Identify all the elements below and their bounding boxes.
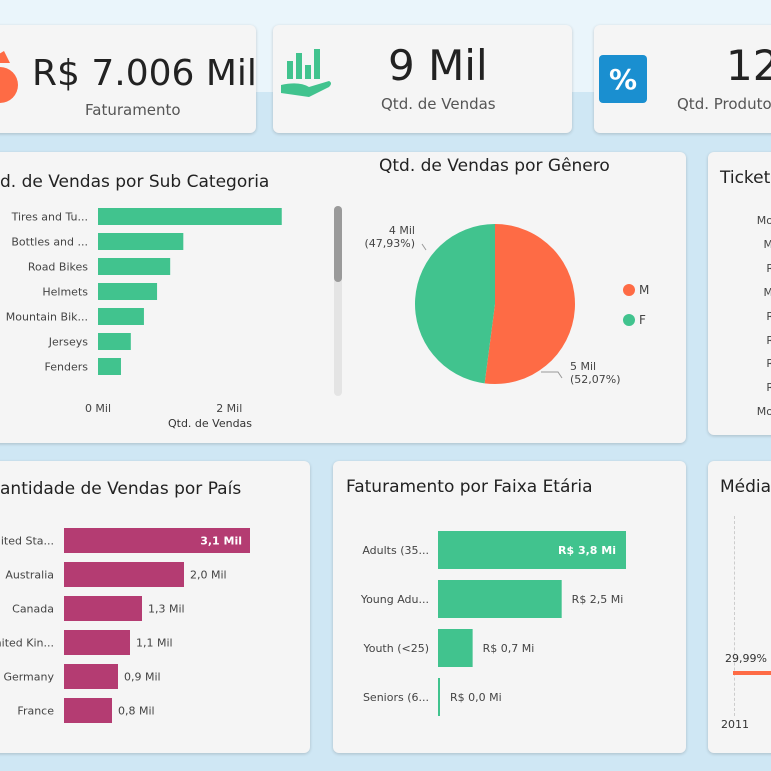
faixa-bar[interactable] (438, 629, 473, 667)
kpi-value: 9 Mil (388, 41, 488, 90)
pais-bar[interactable] (64, 664, 118, 689)
media-title: Média (720, 477, 771, 497)
gender-legend-label[interactable]: M (639, 283, 649, 297)
subcat-category-label: Tires and Tu... (11, 211, 88, 224)
ticket-category-label: Road- (766, 333, 771, 347)
gender-legend-marker[interactable] (623, 284, 635, 296)
pais-bar[interactable] (64, 630, 130, 655)
pais-data-label: 0,8 Mil (118, 705, 155, 718)
pais-data-label: 2,0 Mil (190, 569, 227, 582)
media-x-label: 2011 (721, 718, 749, 731)
faixa-data-label: R$ 3,8 Mi (558, 544, 616, 557)
pais-category-label: nited Sta... (0, 535, 54, 548)
pais-title: antidade de Vendas por País (0, 479, 242, 499)
subcat-category-label: Jerseys (48, 336, 89, 349)
panel-subcategoria-genero: d. de Vendas por Sub Categoria Qtd. de V… (0, 152, 686, 443)
gender-data-label: 5 Mil (570, 360, 596, 373)
gender-title: Qtd. de Vendas por Gênero (379, 156, 610, 176)
kpi-value: 12 (726, 41, 771, 90)
faixa-bar-chart[interactable]: Adults (35... R$ 3,8 Mi Young Adu... R$ 2,5… (333, 511, 686, 751)
subcat-bar[interactable] (98, 333, 131, 350)
subcat-bar-chart[interactable]: Tires and Tu... Bottles and ... Road Bikes… (0, 192, 350, 442)
gender-leader-line (541, 371, 563, 379)
pais-bar[interactable] (64, 562, 184, 587)
ticket-category-label: Mount (763, 285, 771, 299)
pais-category-label: nited Kin... (0, 637, 54, 650)
kpi-label: Qtd. Produtos (677, 95, 771, 113)
kpi-value: R$ 7.006 Mil (32, 53, 257, 94)
svg-text:%: % (609, 63, 637, 96)
faixa-data-label: R$ 2,5 Mi (572, 593, 624, 606)
subcat-bar[interactable] (98, 358, 121, 375)
faixa-data-label: R$ 0,7 Mi (483, 642, 535, 655)
faixa-bar[interactable] (438, 678, 440, 716)
subcat-bar[interactable] (98, 258, 171, 275)
panel-media: Média 29,99% 2011 (708, 461, 771, 753)
ticket-category-label: Mount (763, 237, 771, 251)
kpi-card-faturamento[interactable]: R$ 7.006 Mil Faturamento (0, 25, 257, 133)
kpi-card-qtd-produtos[interactable]: % 12 Qtd. Produtos (594, 25, 771, 133)
ticket-category-label: Mounta (756, 405, 771, 419)
pais-category-label: Germany (3, 671, 54, 684)
faixa-bar[interactable] (438, 580, 562, 618)
faixa-data-label: R$ 0,0 Mi (450, 691, 502, 704)
gender-pie-chart[interactable]: 5 Mil(52,07%) 4 Mil(47,93%) M F (360, 192, 680, 442)
ticket-category-label: Road- (766, 309, 771, 323)
pais-category-label: Australia (5, 569, 54, 582)
pais-bar[interactable] (64, 698, 112, 723)
gender-data-label: (47,93%) (364, 237, 415, 250)
percent-icon: % (599, 55, 647, 103)
subcat-bar[interactable] (98, 208, 282, 225)
subcat-category-label: Helmets (42, 286, 88, 299)
pais-category-label: France (17, 705, 54, 718)
ticket-category-label: Road- (766, 381, 771, 395)
faixa-title: Faturamento por Faixa Etária (346, 477, 593, 497)
faixa-category-label: Seniors (6... (363, 691, 429, 704)
ticket-title: Ticket (720, 168, 771, 188)
ticket-category-label: Road- (766, 261, 771, 275)
subcat-scroll-thumb[interactable] (334, 206, 342, 282)
pais-category-label: Canada (12, 603, 54, 616)
gender-data-label: (52,07%) (570, 373, 621, 386)
gender-pie-slice[interactable] (484, 224, 575, 384)
media-value-label: 29,99% (725, 652, 767, 665)
subcat-category-label: Mountain Bik... (6, 311, 88, 324)
ticket-category-label: Road- (766, 357, 771, 371)
kpi-label: Faturamento (85, 101, 181, 119)
pais-bar-chart[interactable]: nited Sta... 3,1 Mil Australia 2,0 Mil Canad… (0, 511, 310, 751)
panel-faixa-etaria: Faturamento por Faixa Etária Adults (35.… (333, 461, 686, 753)
subcat-x-tick: 2 Mil (216, 402, 242, 415)
sales-hand-chart-icon (281, 49, 331, 97)
gender-leader-line (421, 243, 427, 251)
faixa-category-label: Adults (35... (362, 544, 429, 557)
panel-ticket: Ticket Mounta Mount Road- Mount Road- Road- Ro… (708, 152, 771, 435)
money-bag-icon (0, 51, 18, 103)
gender-pie-slice[interactable] (415, 224, 495, 384)
pais-data-label: 3,1 Mil (200, 535, 242, 548)
pais-data-label: 1,3 Mil (148, 603, 185, 616)
pais-data-label: 1,1 Mil (136, 637, 173, 650)
gender-legend-marker[interactable] (623, 314, 635, 326)
subcat-title: d. de Vendas por Sub Categoria (0, 172, 270, 192)
kpi-card-qtd-vendas[interactable]: 9 Mil Qtd. de Vendas (273, 25, 572, 133)
media-trend-line (733, 671, 771, 675)
subcat-x-tick: 0 Mil (85, 402, 111, 415)
pais-bar[interactable] (64, 596, 142, 621)
subcat-category-label: Fenders (45, 361, 89, 374)
media-axis-line (734, 516, 735, 716)
gender-legend-label[interactable]: F (639, 313, 646, 327)
subcat-bar[interactable] (98, 308, 144, 325)
faixa-category-label: Young Adu... (360, 593, 429, 606)
subcat-bar[interactable] (98, 283, 158, 300)
subcat-category-label: Bottles and ... (11, 236, 88, 249)
faixa-category-label: Youth (<25) (362, 642, 429, 655)
gender-data-label: 4 Mil (389, 224, 415, 237)
panel-pais: antidade de Vendas por País nited Sta...… (0, 461, 310, 753)
subcat-category-label: Road Bikes (28, 261, 88, 274)
kpi-label: Qtd. de Vendas (381, 95, 496, 113)
subcat-x-axis-label: Qtd. de Vendas (168, 417, 252, 430)
pais-data-label: 0,9 Mil (124, 671, 161, 684)
ticket-category-label: Mounta (756, 214, 771, 227)
subcat-bar[interactable] (98, 233, 184, 250)
